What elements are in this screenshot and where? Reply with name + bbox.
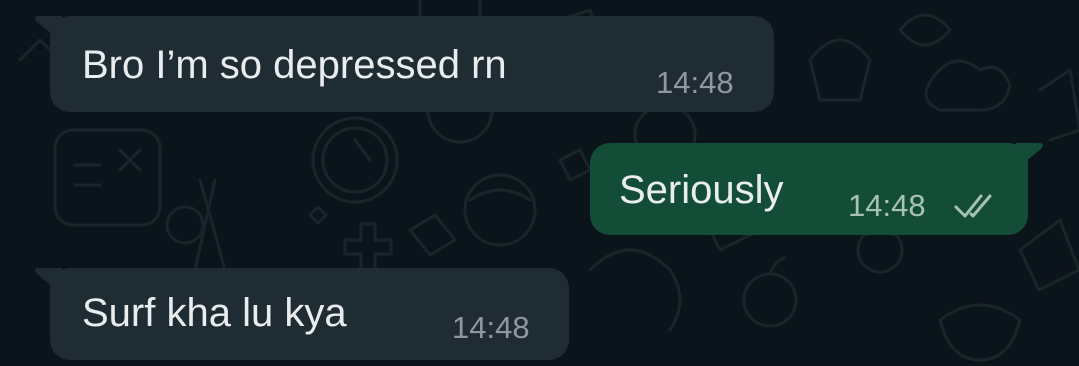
message-text: Bro I’m so depressed rn <box>82 43 507 87</box>
message-timestamp: 14:48 <box>452 310 530 345</box>
message-timestamp: 14:48 <box>848 188 926 223</box>
bubble-tail <box>35 16 62 42</box>
bubble-tail <box>1016 143 1043 169</box>
message-bubble-outgoing[interactable]: Seriously 14:48 <box>590 143 1043 235</box>
double-check-icon <box>954 194 992 218</box>
message-text: Surf kha lu kya <box>82 291 347 335</box>
message-bubble-incoming[interactable]: Surf kha lu kya 14:48 <box>35 268 569 360</box>
message-bubble-incoming[interactable]: Bro I’m so depressed rn 14:48 <box>35 16 774 112</box>
message-timestamp: 14:48 <box>656 65 734 100</box>
message-text: Seriously <box>619 168 784 212</box>
bubble-tail <box>35 268 62 294</box>
